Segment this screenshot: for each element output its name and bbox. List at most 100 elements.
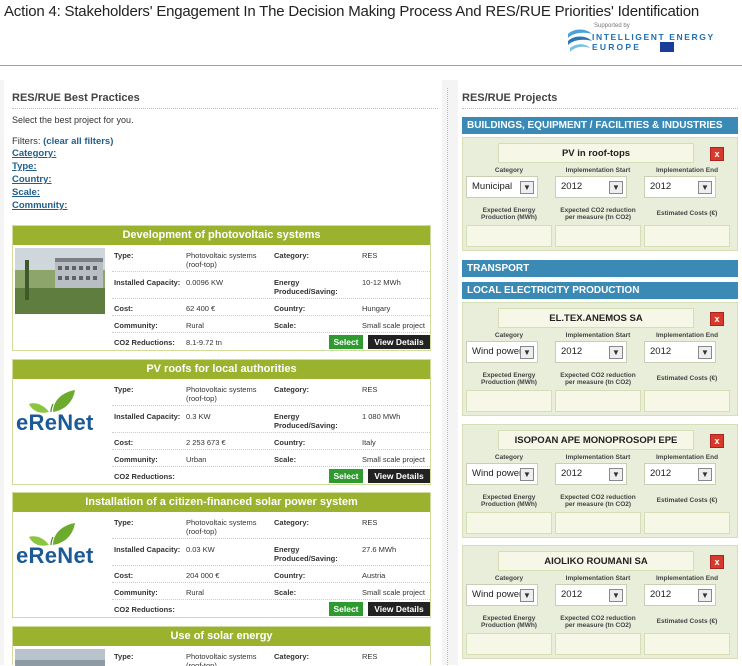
erenet-logo[interactable]: eReNet: [15, 382, 105, 448]
select-button[interactable]: Select: [329, 602, 363, 616]
category-select[interactable]: Wind power ▼: [466, 584, 538, 606]
energy-field-label: Expected Energy Production (MWh): [481, 372, 537, 386]
view-details-button[interactable]: View Details: [368, 469, 430, 483]
view-details-button[interactable]: View Details: [368, 335, 430, 349]
divider: [112, 565, 430, 566]
start-field-label: Implementation Start: [565, 454, 631, 461]
practice-card: Development of photovoltaic systems Type…: [12, 225, 431, 351]
start-select-value: 2012: [561, 589, 583, 600]
cost-label: Cost:: [114, 304, 134, 313]
category-value: RES: [362, 518, 378, 527]
category-label: Category:: [274, 385, 310, 394]
energy-input[interactable]: [466, 633, 552, 655]
divider: [112, 466, 430, 467]
community-value: Rural: [186, 588, 204, 597]
category-select-value: Wind power: [472, 346, 523, 357]
view-details-button[interactable]: View Details: [368, 602, 430, 616]
category-select[interactable]: Municipal ▼: [466, 176, 538, 198]
co2-input[interactable]: [555, 633, 641, 655]
costs-field-label: Estimated Costs (€): [656, 618, 718, 625]
page-title: Action 4: Stakeholders' Engagement In Th…: [4, 3, 700, 20]
category-select[interactable]: Wind power ▼: [466, 463, 538, 485]
community-label: Community:: [114, 455, 158, 464]
practice-card: Use of solar energy Type: Photovoltaic s…: [12, 626, 431, 666]
remove-project-button[interactable]: x: [710, 147, 724, 161]
best-practices-column: RES/RUE Best Practices Select the best p…: [4, 80, 442, 666]
category-select[interactable]: Wind power ▼: [466, 341, 538, 363]
remove-project-button[interactable]: x: [710, 555, 724, 569]
practice-photo[interactable]: [15, 649, 105, 666]
practice-title: Installation of a citizen-financed solar…: [13, 493, 430, 512]
chevron-down-icon: ▼: [609, 346, 623, 359]
clear-filters-link[interactable]: (clear all filters): [43, 136, 113, 147]
filter-scale[interactable]: Scale:: [12, 187, 40, 198]
co2-value: 8.1-9.72 tn: [186, 338, 222, 347]
energy-input[interactable]: [466, 225, 552, 247]
start-field-label: Implementation Start: [565, 332, 631, 339]
costs-input[interactable]: [644, 512, 730, 534]
project-name: AIOLIKO ROUMANI SA: [498, 551, 694, 571]
category-header-electricity: LOCAL ELECTRICITY PRODUCTION: [462, 282, 738, 299]
installed-label: Installed Capacity:: [114, 545, 181, 554]
divider: [112, 599, 430, 600]
practice-card: PV roofs for local authorities eReNet Ty…: [12, 359, 431, 485]
start-select-value: 2012: [561, 346, 583, 357]
divider: [112, 332, 430, 333]
costs-input[interactable]: [644, 225, 730, 247]
cost-value: 62 400 €: [186, 304, 216, 313]
category-value: RES: [362, 652, 378, 661]
filter-community[interactable]: Community:: [12, 200, 67, 211]
filter-country[interactable]: Country:: [12, 174, 52, 185]
select-button[interactable]: Select: [329, 469, 363, 483]
erenet-text: eReNet: [16, 543, 94, 568]
start-select[interactable]: 2012 ▼: [555, 463, 627, 485]
filters-label: Filters:: [12, 136, 41, 147]
practice-title: PV roofs for local authorities: [13, 360, 430, 379]
end-select[interactable]: 2012 ▼: [644, 176, 716, 198]
chevron-down-icon: ▼: [698, 346, 712, 359]
main-area: RES/RUE Best Practices Select the best p…: [0, 80, 742, 666]
co2-input[interactable]: [555, 390, 641, 412]
start-select[interactable]: 2012 ▼: [555, 341, 627, 363]
end-select[interactable]: 2012 ▼: [644, 584, 716, 606]
divider: [112, 298, 430, 299]
end-field-label: Implementation End: [655, 332, 719, 339]
chevron-down-icon: ▼: [520, 468, 534, 481]
end-field-label: Implementation End: [655, 167, 719, 174]
end-select[interactable]: 2012 ▼: [644, 341, 716, 363]
costs-field-label: Estimated Costs (€): [656, 210, 718, 217]
energy-field-label: Expected Energy Production (MWh): [481, 615, 537, 629]
remove-project-button[interactable]: x: [710, 312, 724, 326]
energy-label: Energy Produced/Saving:: [274, 278, 338, 296]
costs-input[interactable]: [644, 633, 730, 655]
project-name: PV in roof-tops: [498, 143, 694, 163]
cost-value: 204 000 €: [186, 571, 220, 580]
erenet-logo[interactable]: eReNet: [15, 515, 105, 581]
select-button[interactable]: Select: [329, 335, 363, 349]
co2-input[interactable]: [555, 512, 641, 534]
costs-input[interactable]: [644, 390, 730, 412]
category-header-transport: TRANSPORT: [462, 260, 738, 277]
filter-category[interactable]: Category:: [12, 148, 56, 159]
project-box: AIOLIKO ROUMANI SA x Category Implementa…: [462, 545, 738, 659]
start-select[interactable]: 2012 ▼: [555, 584, 627, 606]
energy-input[interactable]: [466, 512, 552, 534]
scale-value: Small scale project: [362, 455, 425, 464]
chevron-down-icon: ▼: [609, 181, 623, 194]
intro-text: Select the best project for you.: [12, 115, 134, 125]
category-field-label: Category: [494, 167, 524, 174]
practice-title: Use of solar energy: [13, 627, 430, 646]
divider: [112, 538, 430, 539]
installed-label: Installed Capacity:: [114, 278, 181, 287]
remove-project-button[interactable]: x: [710, 434, 724, 448]
cost-value: 2 253 673 €: [186, 438, 226, 447]
end-field-label: Implementation End: [655, 575, 719, 582]
filter-type[interactable]: Type:: [12, 161, 37, 172]
practice-photo[interactable]: [15, 248, 105, 314]
co2-input[interactable]: [555, 225, 641, 247]
start-select[interactable]: 2012 ▼: [555, 176, 627, 198]
start-select-value: 2012: [561, 181, 583, 192]
energy-input[interactable]: [466, 390, 552, 412]
end-select[interactable]: 2012 ▼: [644, 463, 716, 485]
installed-value: 0.3 KW: [186, 412, 211, 421]
